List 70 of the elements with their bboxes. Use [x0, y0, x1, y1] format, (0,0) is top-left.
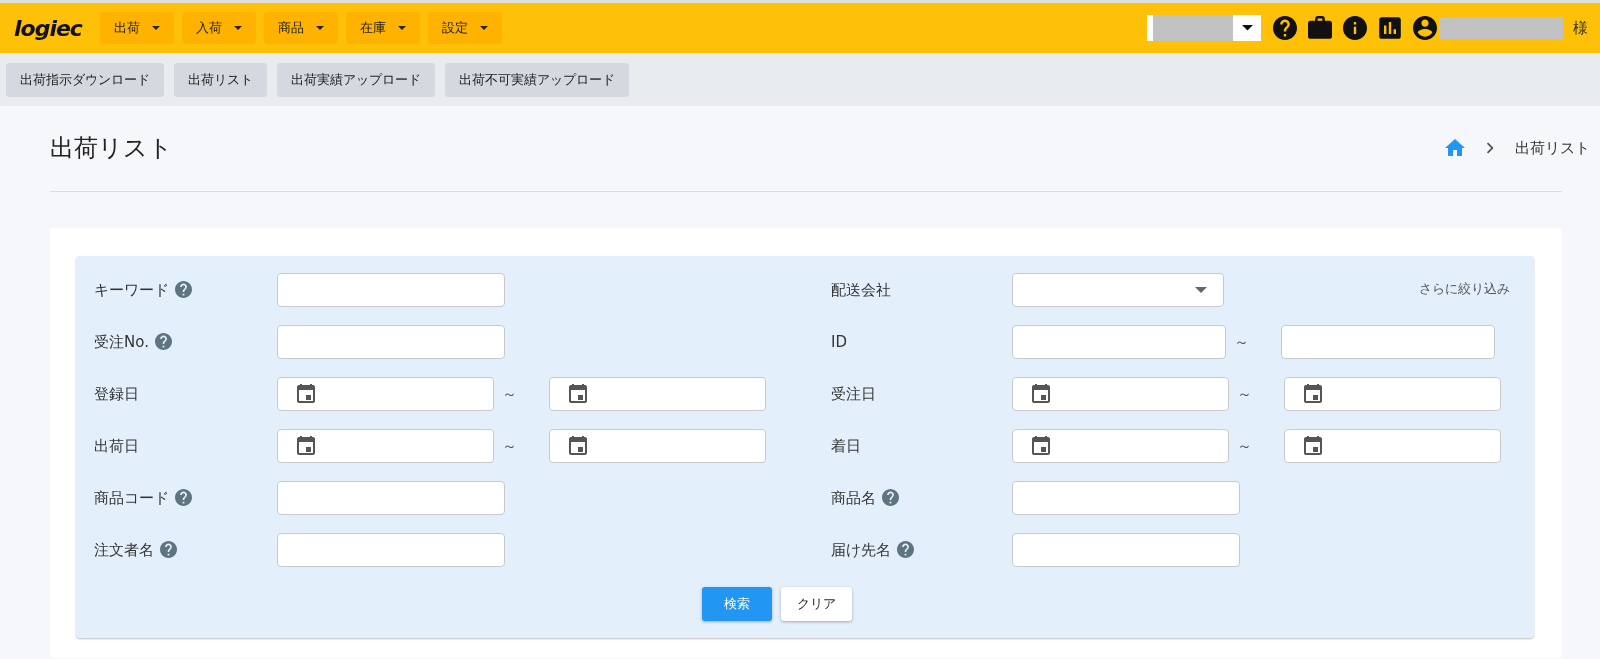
caret-icon [479, 26, 488, 30]
field-label: 出荷日 [94, 435, 139, 457]
range-separator: ～ [1233, 331, 1250, 353]
user-honorific: 様 [1573, 17, 1588, 39]
field-label: 届け先名 [831, 539, 891, 561]
subnav-button[interactable]: 出荷不可実績アップロード [445, 63, 629, 97]
briefcase-icon[interactable] [1308, 16, 1332, 40]
date-field[interactable] [277, 376, 494, 411]
caret-icon [397, 26, 406, 30]
calendar-icon[interactable] [568, 383, 588, 404]
calendar-icon[interactable] [1031, 383, 1051, 404]
input-field[interactable] [277, 272, 505, 307]
caret-icon [151, 26, 160, 30]
date-field[interactable] [1284, 376, 1501, 411]
input-field[interactable] [277, 324, 505, 359]
calendar-icon[interactable] [296, 435, 316, 456]
field-label: 商品名 [831, 487, 876, 509]
menu-dropdown[interactable]: 商品 [263, 12, 338, 44]
caret-icon [1195, 286, 1207, 293]
menu-dropdown[interactable]: 在庫 [345, 12, 420, 44]
field-label: 受注No. [94, 331, 149, 353]
date-field[interactable] [549, 428, 766, 463]
input-field[interactable] [1012, 324, 1226, 359]
calendar-icon[interactable] [1031, 435, 1051, 456]
info-icon[interactable] [1343, 16, 1367, 40]
menu-dropdown[interactable]: 出荷 [99, 12, 174, 44]
date-field[interactable] [1012, 428, 1229, 463]
caret-icon [1242, 25, 1253, 31]
field-label: 受注日 [831, 383, 876, 405]
field-label: 着日 [831, 435, 861, 457]
field-label: 登録日 [94, 383, 139, 405]
range-separator: ～ [501, 435, 518, 457]
caret-icon [233, 26, 242, 30]
breadcrumb-item: 出荷リスト [1515, 138, 1590, 160]
logo[interactable]: logiec [14, 11, 82, 45]
bar-chart-icon[interactable] [1378, 16, 1402, 40]
calendar-icon[interactable] [568, 435, 588, 456]
subnav-button[interactable]: 出荷リスト [174, 63, 267, 97]
field-label: キーワード [94, 279, 169, 301]
date-field[interactable] [1284, 428, 1501, 463]
range-separator: ～ [1236, 435, 1253, 457]
menu-dropdown[interactable]: 入荷 [181, 12, 256, 44]
calendar-icon[interactable] [296, 383, 316, 404]
date-field[interactable] [1012, 376, 1229, 411]
field-label: 注文者名 [94, 539, 154, 561]
field-label: 商品コード [94, 487, 169, 509]
input-field[interactable] [1012, 532, 1240, 567]
field-label: ID [831, 331, 847, 353]
range-separator: ～ [501, 383, 518, 405]
input-field[interactable] [1012, 480, 1240, 515]
input-field[interactable] [1281, 324, 1495, 359]
date-field[interactable] [277, 428, 494, 463]
account-icon[interactable] [1413, 16, 1437, 40]
input-field[interactable] [277, 480, 505, 515]
help-icon[interactable] [1273, 16, 1297, 40]
refine-link[interactable]: さらに絞り込み [1419, 278, 1510, 299]
subnav-button[interactable]: 出荷実績アップロード [277, 63, 435, 97]
date-field[interactable] [549, 376, 766, 411]
field-label: 配送会社 [831, 279, 891, 301]
caret-icon [315, 26, 324, 30]
subnav-button[interactable]: 出荷指示ダウンロード [6, 63, 164, 97]
range-separator: ～ [1236, 383, 1253, 405]
page-title: 出荷リスト [50, 134, 173, 163]
clear-button[interactable]: クリア [781, 586, 852, 621]
calendar-icon[interactable] [1303, 383, 1323, 404]
input-field[interactable] [277, 532, 505, 567]
calendar-icon[interactable] [1303, 435, 1323, 456]
menu-dropdown[interactable]: 設定 [427, 12, 502, 44]
select-field[interactable] [1012, 272, 1224, 307]
home-icon[interactable] [1445, 138, 1465, 159]
